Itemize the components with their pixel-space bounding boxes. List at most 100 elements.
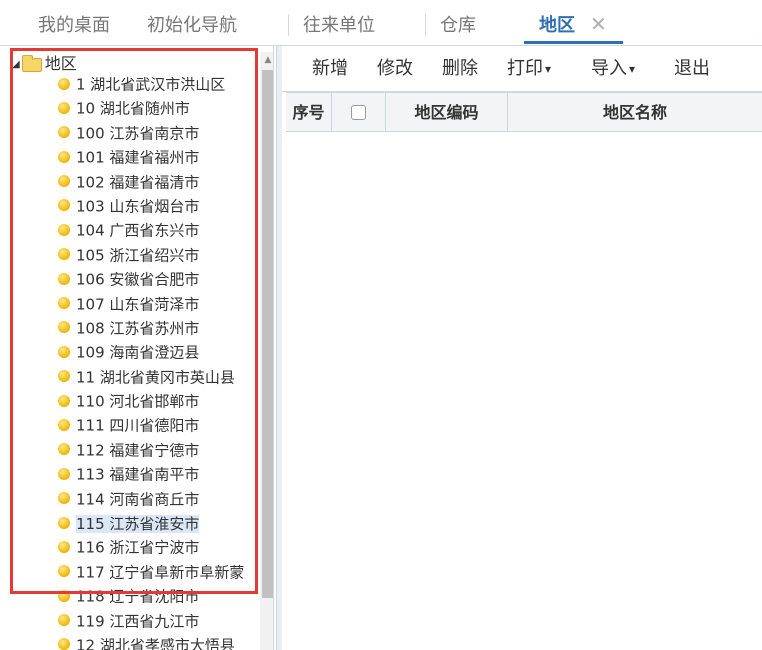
- tree-item-label: 104 广西省东兴市: [76, 221, 200, 240]
- tab-my-desktop[interactable]: 我的桌面: [38, 0, 110, 46]
- leaf-node-icon: [58, 370, 70, 383]
- toolbar: 新增 修改 删除 打印 ▾ 导入 ▾ 退出: [282, 46, 762, 92]
- print-label: 打印: [507, 58, 543, 79]
- tree-item-label: 110 河北省邯郸市: [76, 392, 200, 411]
- tree-item[interactable]: 119 江西省九江市: [4, 609, 256, 633]
- tree-item-label: 111 四川省德阳市: [76, 416, 200, 435]
- leaf-node-icon: [58, 321, 70, 334]
- main-content: 新增 修改 删除 打印 ▾ 导入 ▾ 退出 序号 地区编码 地区名称: [282, 46, 762, 650]
- grid-header: 序号 地区编码 地区名称: [286, 92, 762, 133]
- tree-item[interactable]: 108 江苏省苏州市: [4, 316, 256, 340]
- chevron-down-icon: ▾: [545, 62, 552, 76]
- tab-warehouse[interactable]: 仓库: [440, 0, 476, 46]
- tree-item[interactable]: 110 河北省邯郸市: [4, 389, 256, 413]
- tree-item[interactable]: 114 河南省商丘市: [4, 487, 256, 511]
- leaf-node-icon: [58, 492, 70, 505]
- tree-item[interactable]: 107 山东省菏泽市: [4, 292, 256, 316]
- tree-item[interactable]: 116 浙江省宁波市: [4, 535, 256, 559]
- tree-item[interactable]: 111 四川省德阳市: [4, 413, 256, 437]
- leaf-node-icon: [58, 540, 70, 553]
- column-header-region-code[interactable]: 地区编码: [386, 93, 508, 133]
- leaf-node-icon: [58, 272, 70, 285]
- tree-item[interactable]: 100 江苏省南京市: [4, 121, 256, 145]
- column-header-select[interactable]: [332, 93, 386, 133]
- tree-list: 1 湖北省武汉市洪山区 10 湖北省随州市 100 江苏省南京市 101 福建省福州市…: [4, 72, 256, 650]
- leaf-node-icon: [58, 150, 70, 163]
- tree-item-label: 1 湖北省武汉市洪山区: [76, 75, 226, 94]
- tree-item-label: 11 湖北省黄冈市英山县: [76, 368, 235, 387]
- tree-item[interactable]: 105 浙江省绍兴市: [4, 243, 256, 267]
- tree-item[interactable]: 102 福建省福清市: [4, 170, 256, 194]
- tree-item-label: 10 湖北省随州市: [76, 99, 190, 118]
- leaf-node-icon: [58, 101, 70, 114]
- column-header-index[interactable]: 序号: [286, 93, 332, 133]
- region-tree-panel: ◢ 地区 1 湖北省武汉市洪山区 10 湖北省随州市 100 江苏省南京市 101 福建…: [4, 46, 274, 650]
- tree-item-label: 109 海南省澄迈县: [76, 343, 200, 362]
- tree-item[interactable]: 11 湖北省黄冈市英山县: [4, 365, 256, 389]
- column-header-region-name[interactable]: 地区名称: [508, 93, 762, 133]
- select-all-checkbox[interactable]: [351, 104, 366, 120]
- tree-root-label: 地区: [44, 54, 77, 73]
- delete-button[interactable]: 删除: [442, 56, 478, 82]
- tree-scrollbar[interactable]: ▲: [260, 52, 273, 650]
- grid-body: [286, 132, 762, 650]
- import-label: 导入: [591, 58, 627, 79]
- collapse-triangle-icon[interactable]: ◢: [12, 59, 20, 70]
- leaf-node-icon: [58, 467, 70, 480]
- tree-item-label: 112 福建省宁德市: [76, 441, 200, 460]
- tree-item[interactable]: 12 湖北省孝感市大悟县: [4, 633, 256, 650]
- leaf-node-icon: [58, 638, 70, 650]
- tree-item[interactable]: 112 福建省宁德市: [4, 438, 256, 462]
- tree-item-label: 101 福建省福州市: [76, 148, 200, 167]
- tree-item-label: 106 安徽省合肥市: [76, 270, 200, 289]
- edit-button[interactable]: 修改: [377, 56, 413, 82]
- leaf-node-icon: [58, 614, 70, 627]
- import-button[interactable]: 导入 ▾: [591, 56, 635, 82]
- tree-item[interactable]: 104 广西省东兴市: [4, 218, 256, 242]
- leaf-node-icon: [58, 589, 70, 602]
- tree-item-label: 107 山东省菏泽市: [76, 295, 200, 314]
- tree-item[interactable]: 10 湖北省随州市: [4, 96, 256, 120]
- tree-item[interactable]: 115 江苏省淮安市: [4, 511, 256, 535]
- tree-root-node[interactable]: ◢ 地区: [12, 50, 77, 73]
- leaf-node-icon: [58, 394, 70, 407]
- tab-region[interactable]: 地区: [539, 0, 575, 46]
- leaf-node-icon: [58, 516, 70, 529]
- tree-item-label: 12 湖北省孝感市大悟县: [76, 636, 235, 650]
- tab-partners[interactable]: 往来单位: [303, 0, 375, 46]
- leaf-node-icon: [58, 77, 70, 90]
- tab-bar: 我的桌面 初始化导航 往来单位 仓库 地区 ✕: [0, 0, 762, 46]
- tree-item[interactable]: 103 山东省烟台市: [4, 194, 256, 218]
- tree-item[interactable]: 117 辽宁省阜新市阜新蒙: [4, 560, 256, 584]
- leaf-node-icon: [58, 297, 70, 310]
- tree-item-label: 102 福建省福清市: [76, 173, 200, 192]
- add-button[interactable]: 新增: [312, 56, 348, 82]
- tree-item-label: 108 江苏省苏州市: [76, 319, 200, 338]
- tree-item-label: 115 江苏省淮安市: [76, 514, 200, 533]
- tree-item[interactable]: 1 湖北省武汉市洪山区: [4, 72, 256, 96]
- folder-open-icon: [21, 54, 42, 72]
- leaf-node-icon: [58, 126, 70, 139]
- tab-init-navigation[interactable]: 初始化导航: [147, 0, 237, 46]
- leaf-node-icon: [58, 443, 70, 456]
- leaf-node-icon: [58, 418, 70, 431]
- tree-item[interactable]: 118 辽宁省沈阳市: [4, 584, 256, 608]
- print-button[interactable]: 打印 ▾: [507, 56, 551, 82]
- scroll-up-arrow-icon[interactable]: ▲: [260, 52, 273, 68]
- leaf-node-icon: [58, 248, 70, 261]
- close-icon[interactable]: ✕: [590, 12, 607, 36]
- leaf-node-icon: [58, 345, 70, 358]
- tree-item[interactable]: 101 福建省福州市: [4, 145, 256, 169]
- tree-item[interactable]: 106 安徽省合肥市: [4, 267, 256, 291]
- leaf-node-icon: [58, 223, 70, 236]
- exit-button[interactable]: 退出: [674, 56, 710, 82]
- tree-item[interactable]: 109 海南省澄迈县: [4, 340, 256, 364]
- tab-separator: [425, 14, 426, 36]
- tree-item-label: 105 浙江省绍兴市: [76, 246, 200, 265]
- active-tab-indicator: [524, 41, 623, 44]
- scroll-thumb[interactable]: [262, 70, 273, 598]
- leaf-node-icon: [58, 199, 70, 212]
- tree-item-label: 119 江西省九江市: [76, 612, 200, 631]
- tree-item[interactable]: 113 福建省南平市: [4, 462, 256, 486]
- tab-separator: [288, 14, 289, 36]
